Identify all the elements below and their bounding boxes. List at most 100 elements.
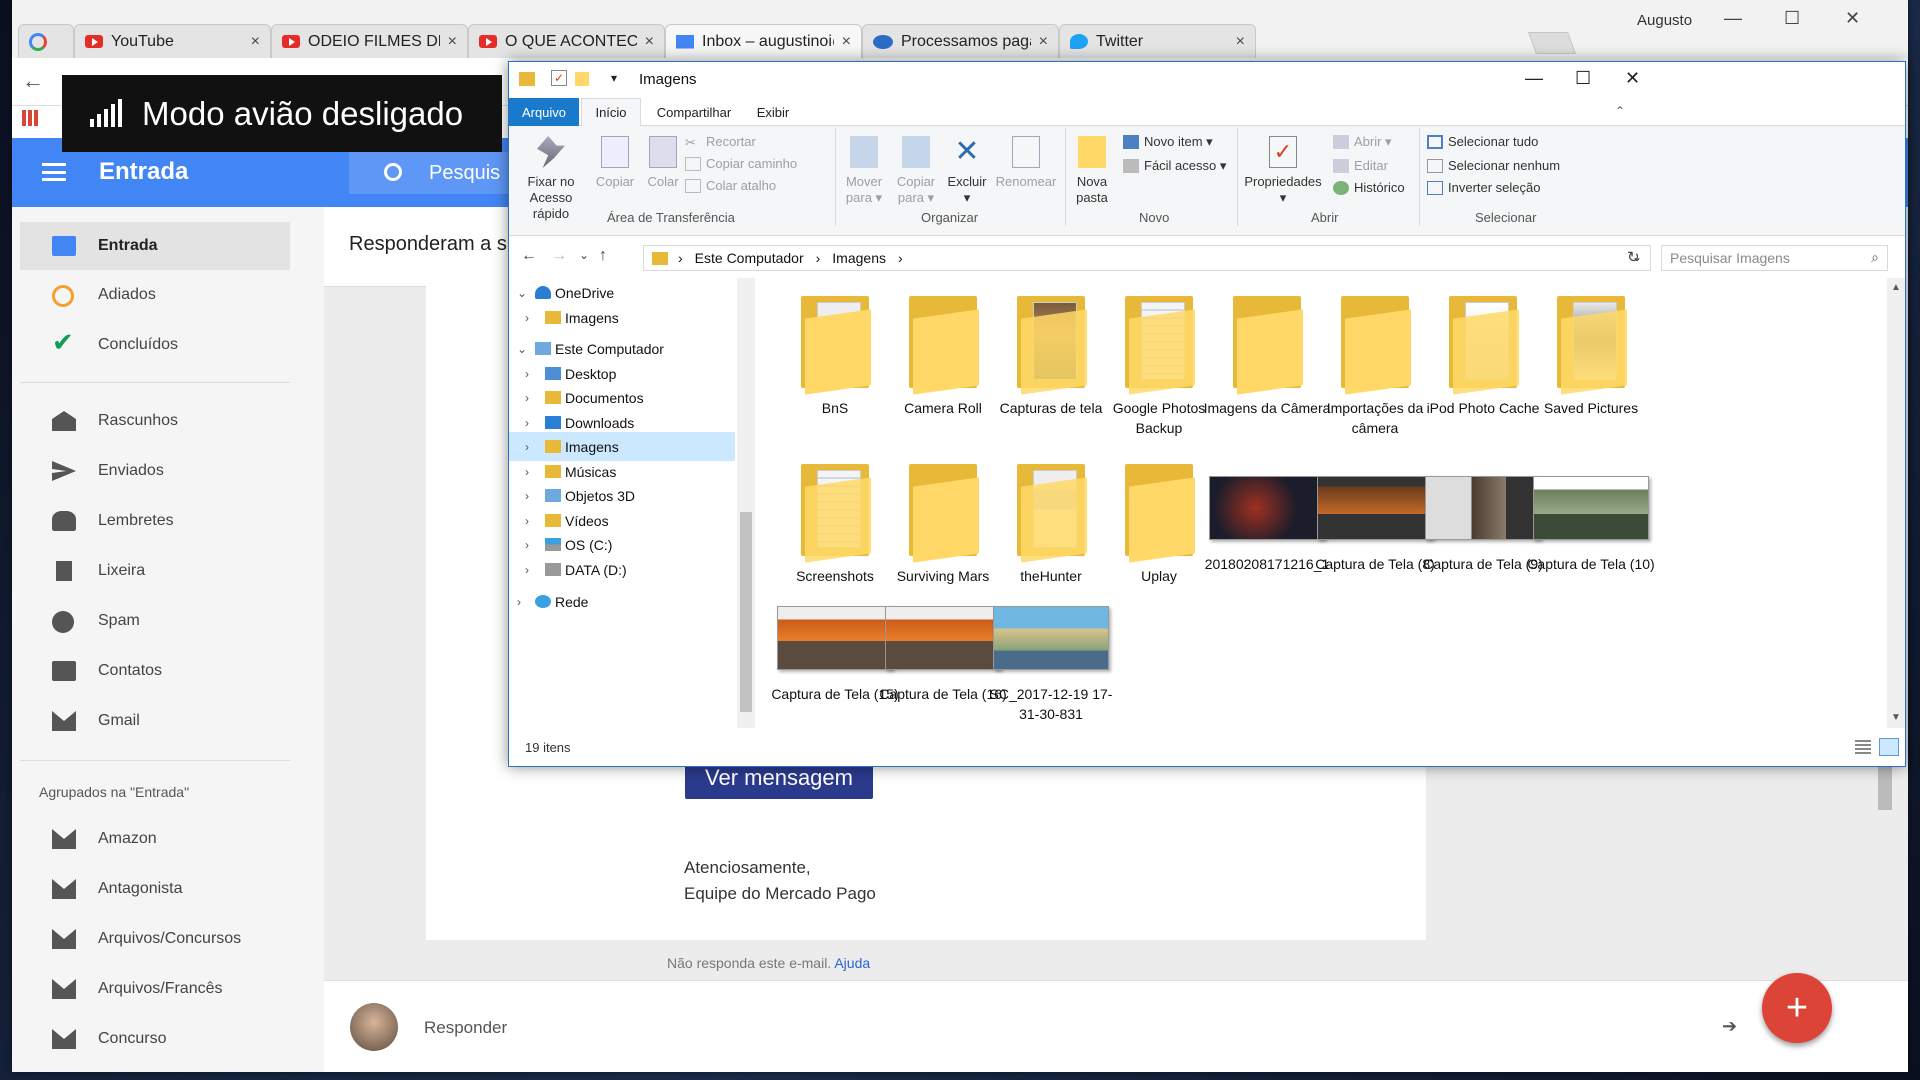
invert-selection-button[interactable]: Inverter seleção [1427, 180, 1541, 195]
close-icon[interactable]: × [251, 33, 260, 51]
back-arrow-icon[interactable]: ← [22, 68, 44, 94]
nav-lembretes[interactable]: Lembretes [20, 497, 290, 545]
address-breadcrumb[interactable]: › Este Computador › Imagens › ⌄ [643, 245, 1651, 271]
minimize-button[interactable]: — [1724, 8, 1742, 29]
group-amazon[interactable]: Amazon [20, 815, 290, 863]
tab-google[interactable] [18, 24, 74, 58]
group-concurso[interactable]: Concurso [20, 1015, 290, 1063]
profile-name[interactable]: Augusto [1637, 12, 1692, 29]
chevron-right-icon[interactable]: › [525, 416, 529, 430]
chevron-right-icon[interactable]: › [525, 367, 529, 381]
breadcrumb-este-computador[interactable]: Este Computador [695, 250, 804, 266]
easy-access-button[interactable]: Fácil acesso ▾ [1123, 158, 1226, 174]
close-icon[interactable]: × [645, 33, 654, 51]
back-arrow-icon[interactable]: ← [521, 247, 537, 265]
tab-arquivo[interactable]: Arquivo [509, 98, 579, 126]
tree-rede[interactable]: › Rede [509, 587, 735, 616]
chevron-down-icon[interactable]: ⌄ [517, 286, 527, 300]
chevron-right-icon[interactable]: › [525, 538, 529, 552]
nav-rascunhos[interactable]: Rascunhos [20, 397, 290, 445]
tab-exibir[interactable]: Exibir [743, 98, 803, 126]
close-icon[interactable]: × [1236, 33, 1245, 51]
large-icons-view-icon[interactable] [1879, 738, 1899, 756]
tab-o-que-acontece[interactable]: O QUE ACONTECE SE VO × [468, 24, 665, 58]
nav-entrada[interactable]: Entrada [20, 222, 290, 270]
details-view-icon[interactable] [1855, 740, 1871, 754]
close-icon[interactable]: × [1039, 33, 1048, 51]
chevron-down-icon[interactable]: ▾ [611, 71, 617, 85]
reply-input[interactable]: Responder [424, 1018, 507, 1038]
chevron-right-icon[interactable]: › [525, 563, 529, 577]
new-folder-button[interactable]: Nova pasta [1069, 136, 1115, 206]
properties-button[interactable]: ✓ Propriedades ▾ [1241, 136, 1325, 206]
cut-button[interactable]: ✂ Recortar [685, 134, 756, 150]
group-antagonista[interactable]: Antagonista [20, 865, 290, 913]
history-button[interactable]: Histórico [1333, 180, 1405, 195]
nav-gmail[interactable]: Gmail [20, 697, 290, 745]
image-item[interactable]: SC_2017-12-19 17-31-30-831 [986, 600, 1116, 724]
chevron-right-icon[interactable]: › [525, 440, 529, 454]
delete-button[interactable]: ✕ Excluir ▾ [945, 136, 989, 206]
chevron-right-icon[interactable]: › [525, 465, 529, 479]
maximize-button[interactable]: ☐ [1575, 68, 1591, 89]
tree-scrollbar-thumb[interactable] [740, 512, 752, 712]
apps-icon[interactable] [22, 110, 38, 126]
tree-data-d[interactable]: › DATA (D:) [509, 555, 735, 584]
new-folder-icon[interactable] [575, 72, 589, 86]
copy-button[interactable]: Copiar [593, 136, 637, 190]
close-button[interactable]: ✕ [1845, 8, 1860, 29]
search-input[interactable]: Pesquisar Imagens ⌕ [1661, 245, 1888, 271]
tree-onedrive-imagens[interactable]: › Imagens [509, 303, 735, 332]
nav-concluidos[interactable]: ✔ Concluídos [20, 321, 290, 369]
group-arquivos-concursos[interactable]: Arquivos/Concursos [20, 915, 290, 963]
up-arrow-icon[interactable]: ↑ [599, 247, 607, 265]
collapse-ribbon-icon[interactable]: ⌃ [1615, 104, 1625, 118]
breadcrumb-imagens[interactable]: Imagens [832, 250, 886, 266]
compose-button[interactable]: + [1762, 973, 1832, 1043]
chevron-right-icon[interactable]: › [525, 489, 529, 503]
forward-arrow-icon[interactable]: → [551, 247, 567, 265]
scroll-up-icon[interactable]: ▲ [1891, 282, 1901, 293]
move-to-button[interactable]: Mover para ▾ [839, 136, 889, 206]
tab-youtube[interactable]: YouTube × [74, 24, 271, 58]
search-icon[interactable] [384, 163, 402, 181]
forward-arrow-icon[interactable]: ➔ [1722, 1016, 1737, 1037]
tab-odeio-filmes[interactable]: ODEIO FILMES DE GAME × [271, 24, 468, 58]
close-icon[interactable]: × [448, 33, 457, 51]
select-all-button[interactable]: Selecionar tudo [1427, 134, 1538, 149]
properties-icon[interactable]: ✓ [551, 70, 567, 86]
select-none-button[interactable]: Selecionar nenhum [1427, 158, 1560, 173]
menu-icon[interactable] [42, 163, 66, 181]
group-arquivos-frances[interactable]: Arquivos/Francês [20, 965, 290, 1013]
refresh-icon[interactable]: ↻ [1627, 248, 1640, 266]
tab-inicio[interactable]: Início [581, 98, 641, 127]
tab-compartilhar[interactable]: Compartilhar [649, 98, 739, 126]
copy-to-button[interactable]: Copiar para ▾ [891, 136, 941, 206]
chevron-down-icon[interactable]: ⌄ [517, 342, 527, 356]
image-item[interactable]: Captura de Tela (10) [1526, 460, 1656, 574]
pin-quick-access-button[interactable]: Fixar no Acesso rápido [513, 136, 589, 222]
open-button[interactable]: Abrir ▾ [1333, 134, 1392, 150]
search-input[interactable]: Pesquis [349, 152, 529, 194]
new-item-button[interactable]: Novo item ▾ [1123, 134, 1213, 150]
help-link[interactable]: Ajuda [834, 955, 870, 971]
content-scrollbar[interactable]: ▲ ▼ [1887, 278, 1905, 728]
recent-dropdown-icon[interactable]: ⌄ [579, 248, 589, 262]
tab-inbox[interactable]: Inbox – augustinoi@gma × [665, 24, 862, 58]
paste-button[interactable]: Colar [641, 136, 685, 190]
tab-processamos[interactable]: Processamos pagamento × [862, 24, 1059, 58]
close-icon[interactable]: × [842, 33, 851, 51]
nav-lixeira[interactable]: Lixeira [20, 547, 290, 595]
new-tab-button[interactable] [1527, 32, 1577, 54]
nav-spam[interactable]: Spam [20, 597, 290, 645]
chevron-right-icon[interactable]: › [525, 311, 529, 325]
scroll-down-icon[interactable]: ▼ [1891, 712, 1901, 723]
chevron-right-icon[interactable]: › [517, 595, 521, 609]
close-button[interactable]: ✕ [1625, 68, 1640, 89]
minimize-button[interactable]: — [1525, 68, 1543, 89]
rename-button[interactable]: Renomear [993, 136, 1059, 190]
folder-item[interactable]: Saved Pictures [1526, 292, 1656, 418]
chevron-right-icon[interactable]: › [525, 514, 529, 528]
copy-path-button[interactable]: Copiar caminho [685, 156, 797, 171]
paste-shortcut-button[interactable]: Colar atalho [685, 178, 776, 193]
